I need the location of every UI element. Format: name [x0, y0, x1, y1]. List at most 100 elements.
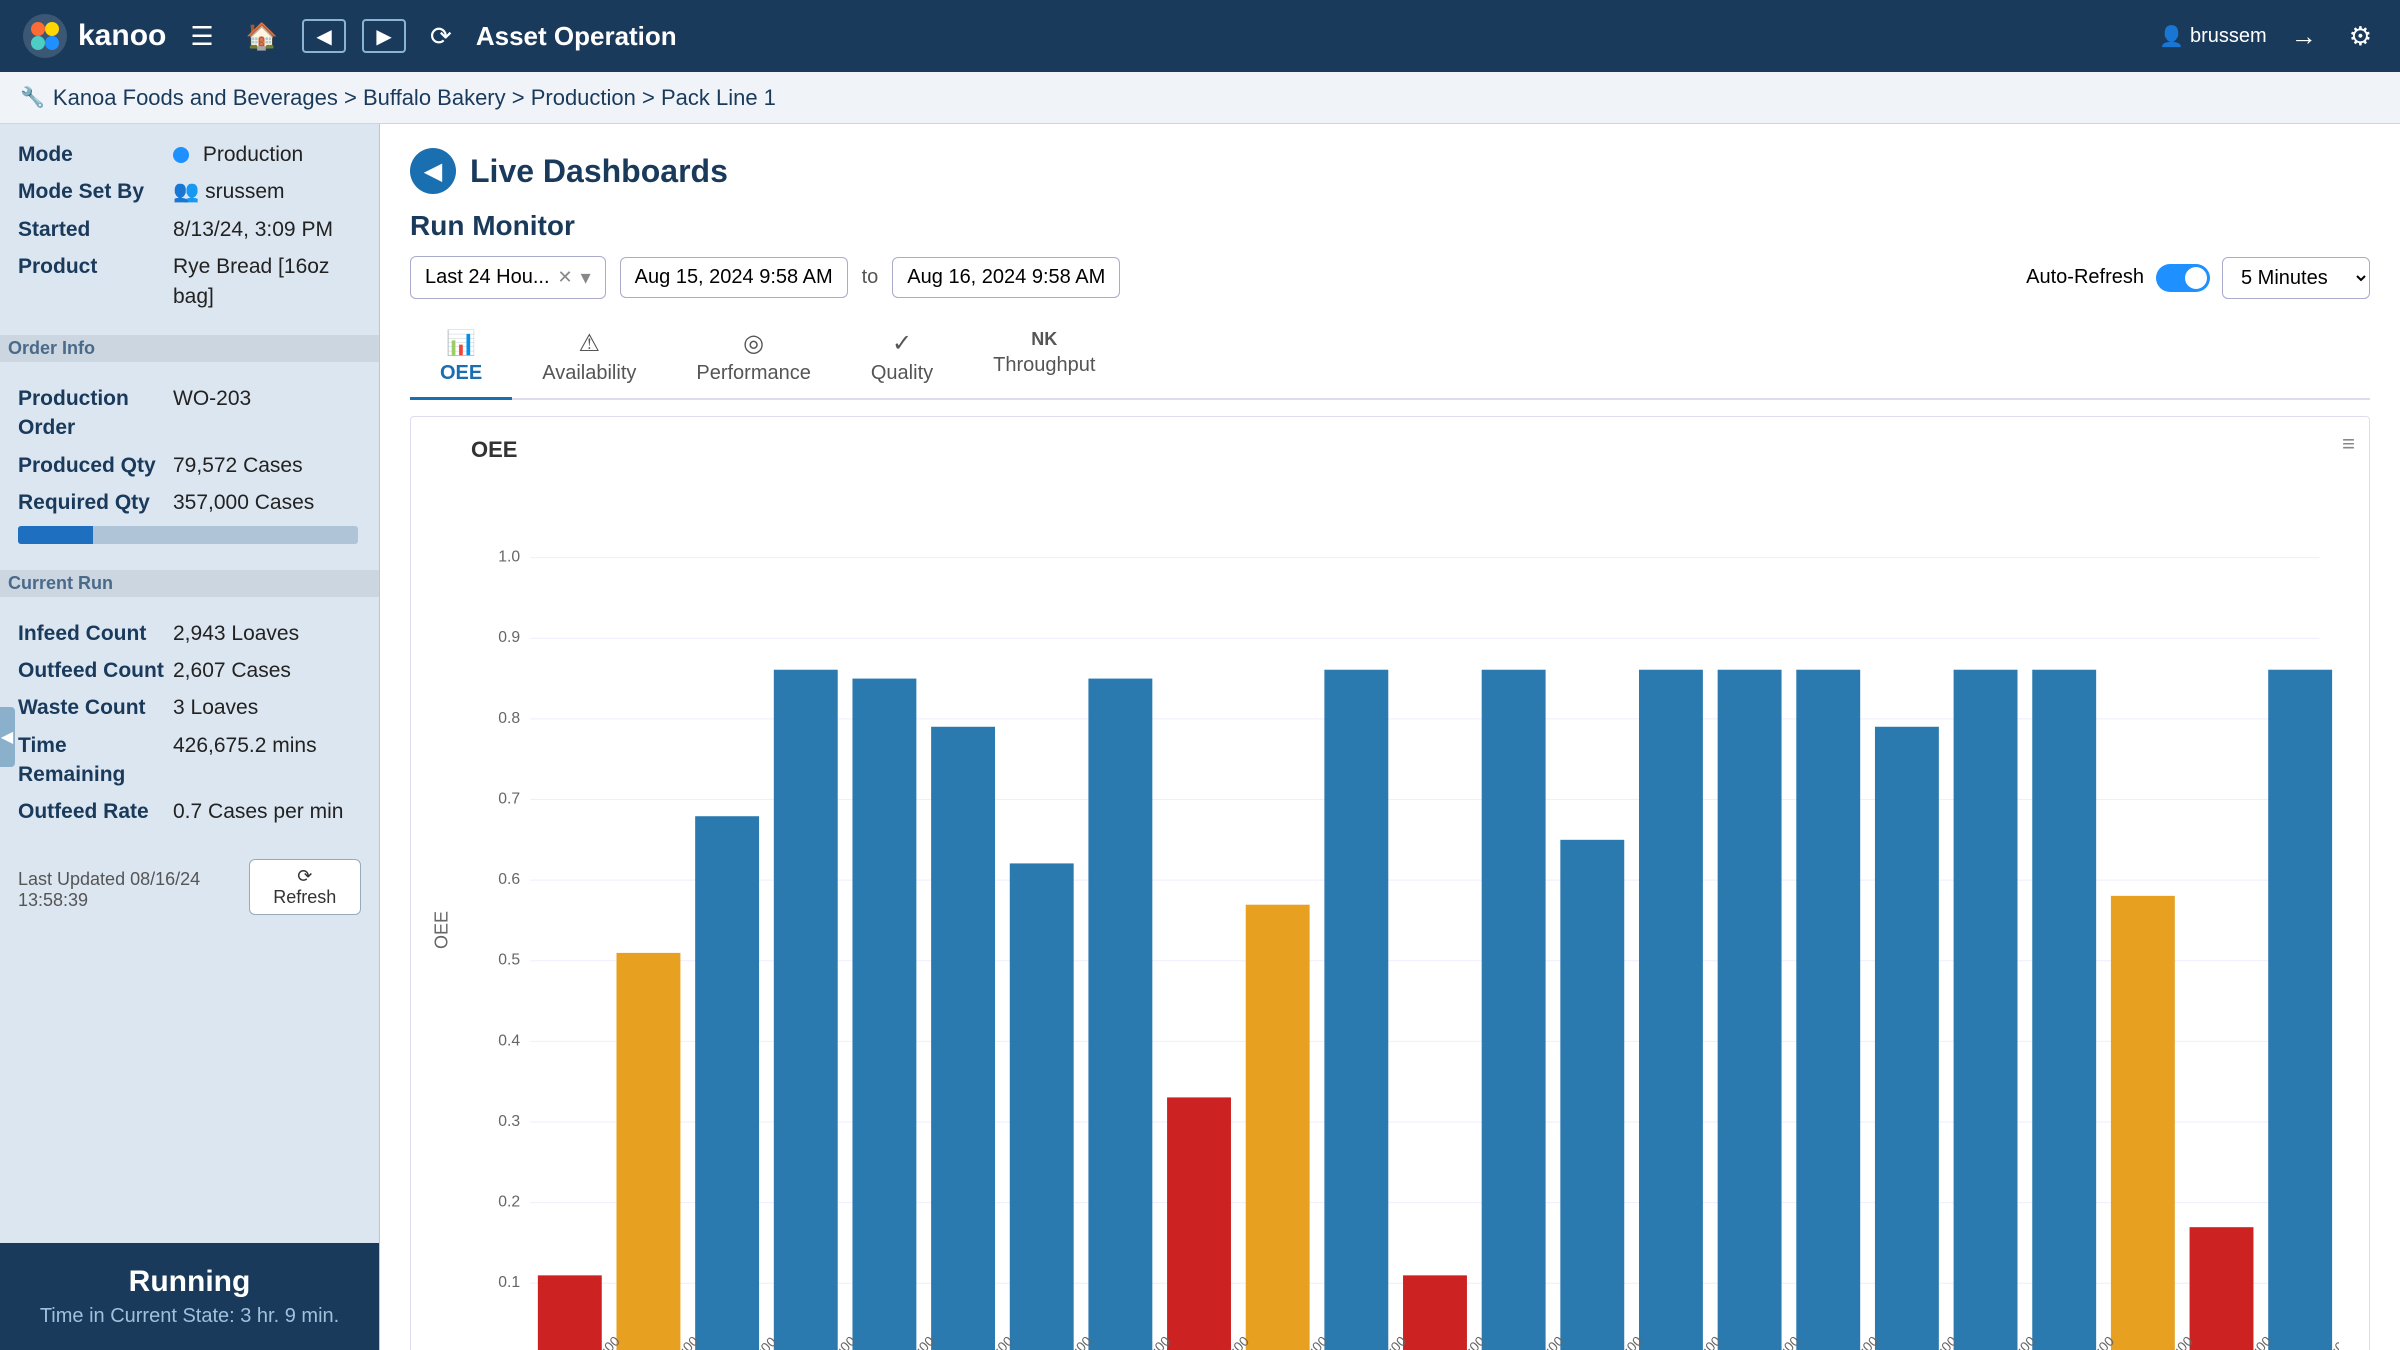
info-section: Mode Production Mode Set By 👥srussem Sta…: [0, 124, 379, 335]
history-button[interactable]: ⟳: [422, 17, 460, 56]
auto-refresh-toggle[interactable]: [2156, 264, 2210, 292]
tab-availability[interactable]: ⚠ Availability: [512, 317, 666, 400]
started-value: 8/13/24, 3:09 PM: [173, 215, 333, 244]
svg-text:0.9: 0.9: [498, 629, 520, 646]
throughput-icon: NK: [1031, 329, 1057, 350]
tab-quality[interactable]: ✓ Quality: [841, 317, 963, 400]
required-qty-label: Required Qty: [18, 488, 173, 517]
production-order-row: Production Order WO-203: [18, 384, 361, 443]
order-info-divider: Order Info: [0, 335, 379, 362]
refresh-row: Last Updated 08/16/24 13:58:39 ⟳ Refresh: [0, 851, 379, 923]
production-order-label: Production Order: [18, 384, 173, 443]
auto-refresh-label: Auto-Refresh: [2026, 266, 2144, 289]
svg-text:0.8: 0.8: [498, 710, 520, 727]
time-remaining-row: Time Remaining 426,675.2 mins: [18, 731, 361, 790]
settings-button[interactable]: ⚙: [2341, 17, 2380, 56]
refresh-button[interactable]: ⟳ Refresh: [249, 859, 361, 915]
progress-bar-fill: [18, 526, 93, 544]
svg-text:0.3: 0.3: [498, 1113, 520, 1130]
chart-menu-button[interactable]: ≡: [2342, 431, 2355, 457]
interval-dropdown[interactable]: 5 Minutes 1 Minute 10 Minutes 30 Minutes: [2222, 257, 2370, 299]
right-panel: ◀ Live Dashboards Run Monitor Last 24 Ho…: [380, 124, 2400, 1350]
logo-area: kanoo: [20, 11, 166, 61]
mode-set-by-value: 👥srussem: [173, 177, 285, 206]
dashboard-header: ◀ Live Dashboards: [410, 148, 2370, 194]
tabs-row: 📊 OEE ⚠ Availability ◎ Performance ✓ Qua…: [410, 317, 2370, 400]
chart-container: OEE ≡ OEE 1.0 0.9 0.8 0.7: [410, 416, 2370, 1350]
toggle-dot: [2185, 267, 2207, 289]
waste-count-row: Waste Count 3 Loaves: [18, 693, 361, 722]
mode-row: Mode Production: [18, 140, 361, 169]
running-time: Time in Current State: 3 hr. 9 min.: [16, 1305, 363, 1328]
order-info-section: Production Order WO-203 Produced Qty 79,…: [0, 368, 379, 570]
main-layout: ◀ Mode Production Mode Set By 👥srussem S…: [0, 124, 2400, 1350]
breadcrumb-path: Kanoa Foods and Beverages > Buffalo Bake…: [53, 85, 776, 111]
produced-qty-label: Produced Qty: [18, 451, 173, 480]
user-icon: 👤: [2159, 24, 2184, 49]
run-monitor-title: Run Monitor: [410, 210, 2370, 242]
outfeed-rate-row: Outfeed Rate 0.7 Cases per min: [18, 797, 361, 826]
performance-icon: ◎: [743, 329, 764, 358]
product-row: Product Rye Bread [16oz bag]: [18, 252, 361, 311]
required-qty-value: 357,000 Cases: [173, 488, 314, 517]
home-button[interactable]: 🏠: [238, 17, 286, 56]
kanoo-logo-icon: [20, 11, 70, 61]
date-from-input[interactable]: Aug 15, 2024 9:58 AM: [620, 257, 848, 298]
tab-throughput-label: Throughput: [993, 354, 1095, 377]
breadcrumb: 🔧 Kanoa Foods and Beverages > Buffalo Ba…: [0, 72, 2400, 124]
progress-bar: [18, 526, 358, 544]
tab-performance-label: Performance: [696, 362, 811, 385]
breadcrumb-icon: 🔧: [20, 85, 45, 110]
svg-text:1.0: 1.0: [498, 549, 520, 566]
login-button[interactable]: →: [2283, 17, 2325, 56]
svg-text:0.5: 0.5: [498, 952, 520, 969]
date-to-input[interactable]: Aug 16, 2024 9:58 AM: [892, 257, 1120, 298]
outfeed-count-row: Outfeed Count 2,607 Cases: [18, 656, 361, 685]
product-label: Product: [18, 252, 173, 311]
running-banner: Running Time in Current State: 3 hr. 9 m…: [0, 1243, 379, 1350]
dashboard-title: Live Dashboards: [470, 153, 728, 190]
svg-text:0.6: 0.6: [498, 871, 520, 888]
filter-row: Last 24 Hou... ✕ ▾ Aug 15, 2024 9:58 AM …: [410, 256, 2370, 299]
infeed-count-row: Infeed Count 2,943 Loaves: [18, 619, 361, 648]
mode-set-by-row: Mode Set By 👥srussem: [18, 177, 361, 206]
oee-chart: 1.0 0.9 0.8 0.7 0.6 0.5 0.4 0.3 0.2 0.1 …: [471, 473, 2339, 1350]
menu-button[interactable]: ☰: [182, 17, 221, 56]
oee-icon: 📊: [446, 329, 476, 358]
top-right-actions: 👤 brussem → ⚙: [2159, 17, 2380, 56]
outfeed-count-label: Outfeed Count: [18, 656, 173, 685]
outfeed-rate-value: 0.7 Cases per min: [173, 797, 343, 826]
product-value: Rye Bread [16oz bag]: [173, 252, 361, 311]
top-navigation: kanoo ☰ 🏠 ◀ ▶ ⟳ Asset Operation 👤 brusse…: [0, 0, 2400, 72]
svg-text:0.4: 0.4: [498, 1032, 520, 1049]
current-run-divider: Current Run: [0, 570, 379, 597]
date-to-value: Aug 16, 2024 9:58 AM: [907, 266, 1105, 288]
outfeed-rate-label: Outfeed Rate: [18, 797, 173, 826]
back-to-dashboards-button[interactable]: ◀: [410, 148, 456, 194]
waste-count-value: 3 Loaves: [173, 693, 258, 722]
user-area: 👤 brussem: [2159, 24, 2267, 49]
page-title: Asset Operation: [476, 21, 2143, 52]
running-status: Running: [16, 1265, 363, 1299]
time-remaining-value: 426,675.2 mins: [173, 731, 317, 790]
quality-icon: ✓: [892, 329, 912, 358]
mode-value: Production: [173, 140, 303, 169]
svg-text:0.1: 0.1: [498, 1274, 520, 1291]
outfeed-count-value: 2,607 Cases: [173, 656, 291, 685]
clear-icon[interactable]: ✕: [558, 267, 573, 288]
chart-title: OEE: [471, 437, 2339, 463]
back-button[interactable]: ◀: [302, 19, 346, 53]
started-row: Started 8/13/24, 3:09 PM: [18, 215, 361, 244]
time-remaining-label: Time Remaining: [18, 731, 173, 790]
tab-quality-label: Quality: [871, 362, 933, 385]
svg-text:0.2: 0.2: [498, 1194, 520, 1211]
tab-throughput[interactable]: NK Throughput: [963, 317, 1125, 400]
date-range-dropdown[interactable]: Last 24 Hou... ✕ ▾: [410, 256, 606, 299]
availability-icon: ⚠: [579, 329, 601, 358]
tab-performance[interactable]: ◎ Performance: [666, 317, 841, 400]
tab-oee[interactable]: 📊 OEE: [410, 317, 512, 400]
collapse-panel-button[interactable]: ◀: [0, 707, 15, 767]
tab-oee-label: OEE: [440, 362, 482, 385]
produced-qty-row: Produced Qty 79,572 Cases: [18, 451, 361, 480]
forward-button[interactable]: ▶: [362, 19, 406, 53]
